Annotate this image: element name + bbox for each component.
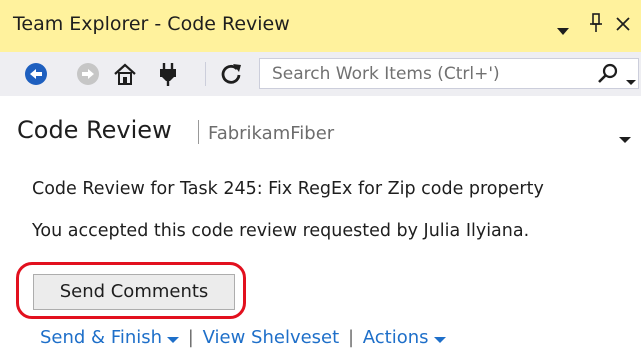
link-separator: | bbox=[347, 327, 355, 348]
refresh-icon[interactable] bbox=[218, 61, 244, 87]
review-task-line: Code Review for Task 245: Fix RegEx for … bbox=[32, 179, 544, 199]
title-bar: Team Explorer - Code Review bbox=[0, 0, 641, 52]
send-comments-button[interactable]: Send Comments bbox=[33, 274, 235, 310]
action-links: Send & Finish | View Shelveset | Actions bbox=[40, 327, 446, 349]
window-title: Team Explorer - Code Review bbox=[13, 13, 290, 35]
header-dropdown-icon[interactable] bbox=[619, 129, 631, 148]
actions-menu-label: Actions bbox=[362, 327, 429, 348]
page-title: Code Review bbox=[17, 116, 172, 144]
back-icon[interactable] bbox=[23, 61, 49, 87]
actions-menu-link[interactable]: Actions bbox=[363, 327, 446, 348]
search-placeholder: Search Work Items (Ctrl+') bbox=[272, 64, 500, 84]
project-name: FabrikamFiber bbox=[208, 123, 335, 144]
dropdown-icon[interactable] bbox=[557, 19, 569, 41]
search-dropdown-icon[interactable] bbox=[626, 71, 636, 90]
actions-chevron-down-icon bbox=[433, 328, 446, 349]
send-finish-link[interactable]: Send & Finish bbox=[40, 327, 180, 349]
forward-icon[interactable] bbox=[75, 61, 101, 87]
connect-icon[interactable] bbox=[155, 61, 181, 87]
toolbar-separator bbox=[205, 62, 206, 86]
search-icon[interactable] bbox=[597, 63, 619, 89]
search-input[interactable]: Search Work Items (Ctrl+') bbox=[259, 58, 639, 89]
pin-icon[interactable] bbox=[589, 12, 603, 39]
send-finish-label: Send & Finish bbox=[40, 327, 163, 348]
home-icon[interactable] bbox=[112, 61, 138, 87]
close-icon[interactable] bbox=[615, 15, 631, 37]
view-shelveset-link[interactable]: View Shelveset bbox=[203, 327, 340, 348]
send-finish-chevron-down-icon bbox=[167, 328, 180, 349]
link-separator: | bbox=[187, 327, 194, 348]
review-status-line: You accepted this code review requested … bbox=[32, 221, 530, 241]
toolbar: Search Work Items (Ctrl+') bbox=[0, 52, 641, 96]
page-header: Code Review FabrikamFiber bbox=[0, 96, 641, 164]
header-separator bbox=[198, 120, 199, 144]
